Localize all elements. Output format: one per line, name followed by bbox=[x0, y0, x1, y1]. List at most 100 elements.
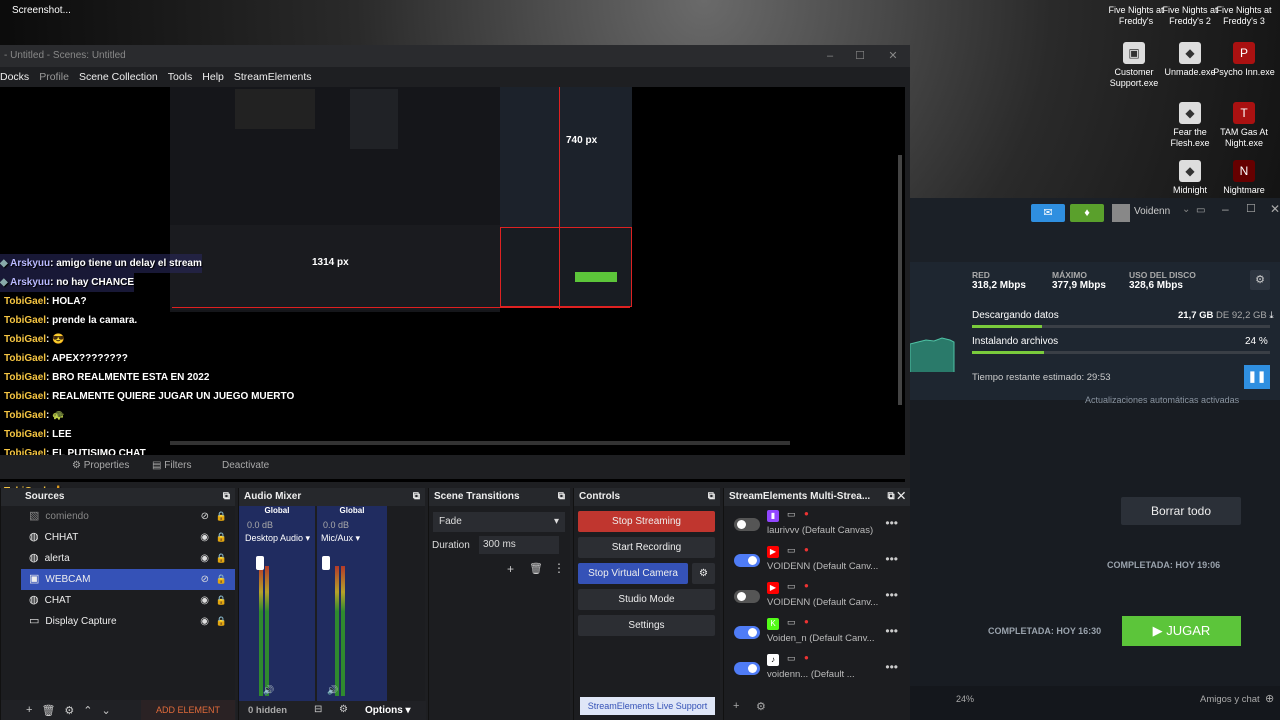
add-icon[interactable]: ⊕ bbox=[1265, 692, 1274, 705]
lock-icon[interactable]: 🔒 bbox=[216, 590, 227, 611]
more-horizontal-icon[interactable]: ••• bbox=[885, 588, 898, 602]
speaker-icon[interactable]: 🔊 bbox=[263, 685, 274, 696]
filters-button[interactable]: ▤ Filters bbox=[152, 460, 191, 471]
more-vertical-icon[interactable]: ⋮ bbox=[553, 561, 565, 575]
trash-icon[interactable]: 🗑 bbox=[41, 704, 55, 717]
stream-toggle[interactable] bbox=[734, 590, 760, 603]
menu-docks[interactable]: Docks bbox=[0, 67, 29, 87]
maximize-icon[interactable]: ☐ bbox=[1246, 202, 1256, 215]
launcher-username[interactable]: Voidenn bbox=[1134, 206, 1170, 217]
eye-hidden-icon[interactable]: ⊘ bbox=[201, 506, 209, 527]
settings-button[interactable]: Settings bbox=[578, 615, 715, 636]
stream-toggle[interactable] bbox=[734, 662, 760, 675]
gear-icon[interactable]: ⚙ bbox=[64, 704, 74, 717]
preview-vscrollbar[interactable] bbox=[898, 155, 902, 405]
gear-icon[interactable]: ⚙ bbox=[756, 700, 766, 713]
desktop-icon-tam-gas[interactable]: T TAM Gas At Night.exe bbox=[1210, 102, 1278, 149]
avatar[interactable] bbox=[1112, 204, 1130, 222]
stream-toggle[interactable] bbox=[734, 554, 760, 567]
eye-hidden-icon[interactable]: ⊘ bbox=[201, 569, 209, 590]
deactivate-button[interactable]: Deactivate bbox=[222, 460, 269, 471]
stop-virtual-camera-button[interactable]: Stop Virtual Camera bbox=[578, 563, 688, 584]
menu-scene-collection[interactable]: Scene Collection bbox=[79, 67, 158, 87]
duration-input[interactable]: 300 ms bbox=[479, 536, 559, 554]
dock-float-icon[interactable]: ⧉ bbox=[708, 488, 715, 506]
studio-mode-button[interactable]: Studio Mode bbox=[578, 589, 715, 610]
menu-help[interactable]: Help bbox=[202, 67, 224, 87]
lock-icon[interactable]: 🔒 bbox=[216, 611, 227, 632]
volume-slider-handle[interactable] bbox=[256, 556, 264, 570]
lock-icon[interactable]: 🔒 bbox=[216, 527, 227, 548]
channel-name[interactable]: Mic/Aux ▾ bbox=[317, 533, 387, 544]
desktop-icon-nightmare[interactable]: N Nightmare bbox=[1210, 160, 1278, 196]
arrow-down-icon[interactable]: ⌄ bbox=[102, 704, 111, 717]
trash-icon[interactable]: 🗑 bbox=[529, 562, 543, 575]
lock-icon[interactable]: 🔒 bbox=[216, 569, 227, 590]
bell-icon[interactable]: ♦ bbox=[1070, 204, 1104, 222]
lock-icon[interactable]: 🔒 bbox=[216, 548, 227, 569]
pause-icon[interactable]: ❚❚ bbox=[1244, 365, 1270, 389]
source-item[interactable]: ◍ alerta ◉ 🔒 bbox=[21, 548, 235, 569]
dock-float-icon[interactable]: ⧉ bbox=[413, 488, 420, 506]
play-button[interactable]: ▶ JUGAR bbox=[1122, 616, 1241, 646]
stream-toggle[interactable] bbox=[734, 626, 760, 639]
dock-float-icon[interactable]: ⧉ bbox=[558, 488, 565, 506]
minimize-icon[interactable]: – bbox=[1222, 202, 1229, 216]
menu-streamelements[interactable]: StreamElements bbox=[234, 67, 312, 87]
channel-name[interactable]: Desktop Audio ▾ bbox=[239, 533, 315, 544]
dock-float-icon[interactable]: ⧉ bbox=[223, 488, 230, 506]
live-support-button[interactable]: StreamElements Live Support bbox=[580, 697, 715, 715]
menu-profile[interactable]: Profile bbox=[39, 67, 69, 87]
add-icon[interactable]: + bbox=[26, 704, 32, 716]
eye-icon[interactable]: ◉ bbox=[200, 611, 209, 632]
close-icon[interactable]: ⧉ ✕ bbox=[887, 488, 905, 506]
chat-username: TobiGael bbox=[4, 334, 47, 345]
speaker-icon[interactable]: 🔊 bbox=[327, 685, 338, 696]
mixer-link-icon[interactable]: ⚙ bbox=[339, 704, 348, 715]
selection-box[interactable] bbox=[500, 227, 632, 307]
add-icon[interactable]: + bbox=[733, 700, 739, 712]
mixer-layout-icon[interactable]: ⊟ bbox=[314, 704, 322, 715]
lock-icon[interactable]: 🔒 bbox=[216, 506, 227, 527]
eye-icon[interactable]: ◉ bbox=[200, 548, 209, 569]
desktop-icon-psycho-inn[interactable]: P Psycho Inn.exe bbox=[1210, 42, 1278, 78]
volume-slider-handle[interactable] bbox=[322, 556, 330, 570]
more-horizontal-icon[interactable]: ••• bbox=[885, 624, 898, 638]
friends-chat-link[interactable]: Amigos y chat bbox=[1200, 694, 1260, 705]
more-horizontal-icon[interactable]: ••• bbox=[885, 552, 898, 566]
source-item[interactable]: ◍ CHHAT ◉ 🔒 bbox=[21, 527, 235, 548]
add-icon[interactable]: + bbox=[507, 562, 514, 576]
more-horizontal-icon[interactable]: ••• bbox=[885, 516, 898, 530]
clear-all-button[interactable]: Borrar todo bbox=[1121, 497, 1241, 525]
more-horizontal-icon[interactable]: ••• bbox=[885, 660, 898, 674]
preview-canvas[interactable]: 740 px 1314 px bbox=[0, 87, 905, 482]
source-item[interactable]: ▭ Display Capture ◉ 🔒 bbox=[21, 611, 235, 632]
eye-icon[interactable]: ◉ bbox=[200, 527, 209, 548]
stop-streaming-button[interactable]: Stop Streaming bbox=[578, 511, 715, 532]
preview-scrollbar[interactable] bbox=[170, 441, 790, 445]
chevron-down-icon[interactable]: ⌄ bbox=[1182, 204, 1190, 215]
add-element-button[interactable]: ADD ELEMENT bbox=[141, 700, 235, 720]
maximize-icon[interactable]: ☐ bbox=[845, 45, 875, 67]
gear-icon[interactable]: ⚙ bbox=[1250, 270, 1270, 290]
eye-icon[interactable]: ◉ bbox=[200, 590, 209, 611]
monitor-icon[interactable]: ▭ bbox=[1196, 205, 1205, 216]
transition-select[interactable]: Fade ▾ bbox=[433, 512, 565, 532]
close-icon[interactable]: ✕ bbox=[878, 45, 908, 67]
options-button[interactable]: Options ▾ bbox=[365, 705, 411, 716]
properties-button[interactable]: ⚙ Properties bbox=[72, 460, 129, 471]
desktop-icon-fnaf3[interactable]: Five Nights at Freddy's 3 bbox=[1210, 5, 1278, 27]
gear-icon[interactable]: ⚙ bbox=[692, 563, 715, 584]
taskbar-window-label[interactable]: Screenshot... bbox=[12, 5, 71, 16]
megaphone-icon[interactable]: ✉ bbox=[1031, 204, 1065, 222]
source-item[interactable]: ▣ WEBCAM ⊘ 🔒 bbox=[21, 569, 235, 590]
minimize-icon[interactable]: – bbox=[815, 45, 845, 67]
source-item[interactable]: ◍ CHAT ◉ 🔒 bbox=[21, 590, 235, 611]
source-item[interactable]: ▧ comiendo ⊘ 🔒 bbox=[21, 506, 235, 527]
stream-toggle[interactable] bbox=[734, 518, 760, 531]
start-recording-button[interactable]: Start Recording bbox=[578, 537, 715, 558]
monitor-icon: ▭ bbox=[787, 545, 796, 555]
close-icon[interactable]: ✕ bbox=[1270, 202, 1280, 216]
arrow-up-icon[interactable]: ⌃ bbox=[83, 704, 92, 717]
menu-tools[interactable]: Tools bbox=[168, 67, 193, 87]
